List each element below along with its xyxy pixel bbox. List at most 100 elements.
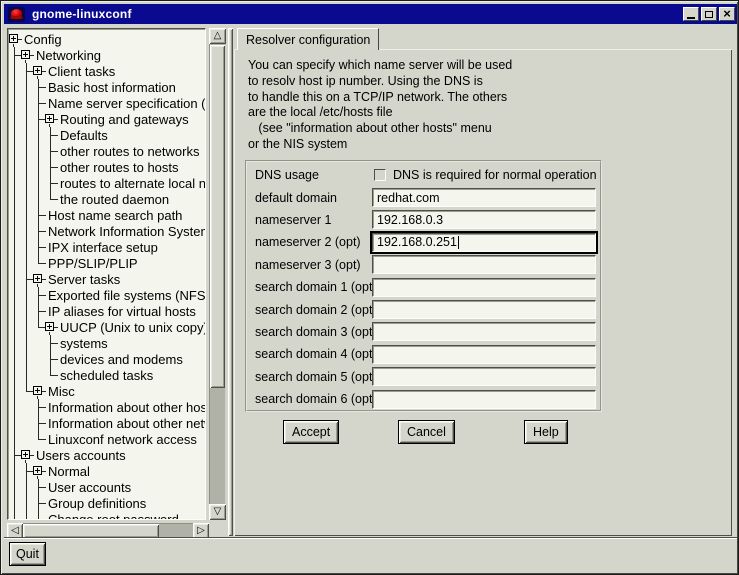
maximize-button[interactable] xyxy=(701,7,717,21)
tree-item[interactable]: Config xyxy=(9,31,205,47)
tree-item[interactable]: Normal xyxy=(9,463,205,479)
tree-guide-line xyxy=(9,223,21,239)
tree-item[interactable]: Name server specification ( xyxy=(9,95,205,111)
entry-search-domain-1-opt[interactable] xyxy=(372,278,596,297)
entry-nameserver-1[interactable]: 192.168.0.3 xyxy=(372,210,596,229)
tree-item-label: devices and modems xyxy=(60,352,183,367)
entry-nameserver-2-opt[interactable]: 192.168.0.251 xyxy=(372,233,596,252)
tree-item[interactable]: scheduled tasks xyxy=(9,367,205,383)
tree-item[interactable]: systems xyxy=(9,335,205,351)
expander-plus-icon[interactable] xyxy=(33,274,42,283)
close-button[interactable]: × xyxy=(719,7,735,21)
quit-button-label: Quit xyxy=(16,547,39,561)
entry-search-domain-5-opt[interactable] xyxy=(372,367,596,386)
tree-guide-line xyxy=(45,127,57,143)
config-tree[interactable]: ConfigNetworkingClient tasksBasic host i… xyxy=(7,28,206,520)
tree-item[interactable]: Routing and gateways xyxy=(9,111,205,127)
accept-button-label: Accept xyxy=(292,425,330,439)
tree-item[interactable]: other routes to networks xyxy=(9,143,205,159)
tree-guide-line xyxy=(9,399,21,415)
tree-item[interactable]: other routes to hosts xyxy=(9,159,205,175)
tree-item[interactable]: Users accounts xyxy=(9,447,205,463)
expander-plus-icon[interactable] xyxy=(33,466,42,475)
horizontal-scroll-thumb[interactable] xyxy=(23,524,159,538)
expander-plus-icon[interactable] xyxy=(45,114,54,123)
tree-item[interactable]: the routed daemon xyxy=(9,191,205,207)
tree-item[interactable]: IPX interface setup xyxy=(9,239,205,255)
tree-item[interactable]: Linuxconf network access xyxy=(9,431,205,447)
bottom-bar: Quit xyxy=(4,537,737,573)
tree-guide-line xyxy=(33,431,45,447)
tree-vertical-scrollbar[interactable]: △ ▽ xyxy=(209,28,226,520)
tree-item[interactable]: PPP/SLIP/PLIP xyxy=(9,255,205,271)
tree-guide-line xyxy=(21,399,33,415)
titlebar[interactable]: gnome-linuxconf × xyxy=(4,4,737,24)
entry-search-domain-3-opt[interactable] xyxy=(372,322,596,341)
tree-item-label: routes to alternate local ne xyxy=(60,176,206,191)
tree-guide-line xyxy=(9,479,21,495)
tree-item-label: Linuxconf network access xyxy=(48,432,197,447)
tree-item[interactable]: UUCP (Unix to unix copy) xyxy=(9,319,205,335)
tree-guide-line xyxy=(33,303,45,319)
quit-button[interactable]: Quit xyxy=(9,542,46,566)
field-label-default-domain: default domain xyxy=(247,191,372,205)
tree-item[interactable]: Defaults xyxy=(9,127,205,143)
help-button[interactable]: Help xyxy=(524,420,568,444)
tree-guide-line xyxy=(45,351,57,367)
minimize-icon xyxy=(687,17,695,19)
tree-item[interactable]: Server tasks xyxy=(9,271,205,287)
tree-guide-line xyxy=(9,175,21,191)
tree-item[interactable]: Change root password xyxy=(9,511,205,520)
tree-item[interactable]: Client tasks xyxy=(9,63,205,79)
tree-item-label: IPX interface setup xyxy=(48,240,158,255)
tree-guide-line xyxy=(33,111,45,127)
tree-item-label: Change root password xyxy=(48,512,179,521)
tree-guide-line xyxy=(21,191,33,207)
expander-plus-icon[interactable] xyxy=(9,34,18,43)
tree-item[interactable]: Exported file systems (NFS) xyxy=(9,287,205,303)
accept-button[interactable]: Accept xyxy=(283,420,339,444)
tree-item[interactable]: Group definitions xyxy=(9,495,205,511)
tree-item[interactable]: Basic host information xyxy=(9,79,205,95)
scroll-left-icon: ◁ xyxy=(11,526,19,536)
tree-item[interactable]: Networking xyxy=(9,47,205,63)
expander-plus-icon[interactable] xyxy=(33,66,42,75)
vertical-scroll-thumb[interactable] xyxy=(210,45,225,388)
entry-search-domain-6-opt[interactable] xyxy=(372,390,596,409)
minimize-button[interactable] xyxy=(683,7,699,21)
tree-guide-line xyxy=(9,303,21,319)
tree-guide-line xyxy=(21,415,33,431)
tree-item[interactable]: routes to alternate local ne xyxy=(9,175,205,191)
dns-required-checkbox[interactable] xyxy=(374,169,386,181)
tree-item-label: PPP/SLIP/PLIP xyxy=(48,256,138,271)
tree-item-label: other routes to networks xyxy=(60,144,199,159)
tab-resolver-configuration[interactable]: Resolver configuration xyxy=(237,28,379,50)
tree-expander xyxy=(45,319,57,335)
expander-plus-icon[interactable] xyxy=(21,450,30,459)
tree-guide-line xyxy=(9,79,21,95)
expander-plus-icon[interactable] xyxy=(45,322,54,331)
tree-guide-line xyxy=(21,223,33,239)
entry-default-domain[interactable]: redhat.com xyxy=(372,188,596,207)
tree-item[interactable]: User accounts xyxy=(9,479,205,495)
tree-item[interactable]: Host name search path xyxy=(9,207,205,223)
tree-guide-line xyxy=(33,255,45,271)
entry-search-domain-2-opt[interactable] xyxy=(372,300,596,319)
cancel-button[interactable]: Cancel xyxy=(398,420,455,444)
tree-item[interactable]: Information about other host xyxy=(9,399,205,415)
expander-plus-icon[interactable] xyxy=(33,386,42,395)
tree-item[interactable]: devices and modems xyxy=(9,351,205,367)
tree-item[interactable]: IP aliases for virtual hosts xyxy=(9,303,205,319)
tree-guide-line xyxy=(33,351,45,367)
entry-nameserver-3-opt[interactable] xyxy=(372,255,596,274)
scroll-down-button[interactable]: ▽ xyxy=(209,504,226,520)
entry-search-domain-4-opt[interactable] xyxy=(372,345,596,364)
pane-divider[interactable] xyxy=(228,28,233,536)
expander-plus-icon[interactable] xyxy=(21,50,30,59)
tree-item-label: systems xyxy=(60,336,108,351)
scroll-up-button[interactable]: △ xyxy=(209,28,226,44)
dns-required-checkbox-label: DNS is required for normal operation xyxy=(393,168,597,182)
tree-item[interactable]: Information about other netw xyxy=(9,415,205,431)
tree-item[interactable]: Network Information System xyxy=(9,223,205,239)
tree-item[interactable]: Misc xyxy=(9,383,205,399)
